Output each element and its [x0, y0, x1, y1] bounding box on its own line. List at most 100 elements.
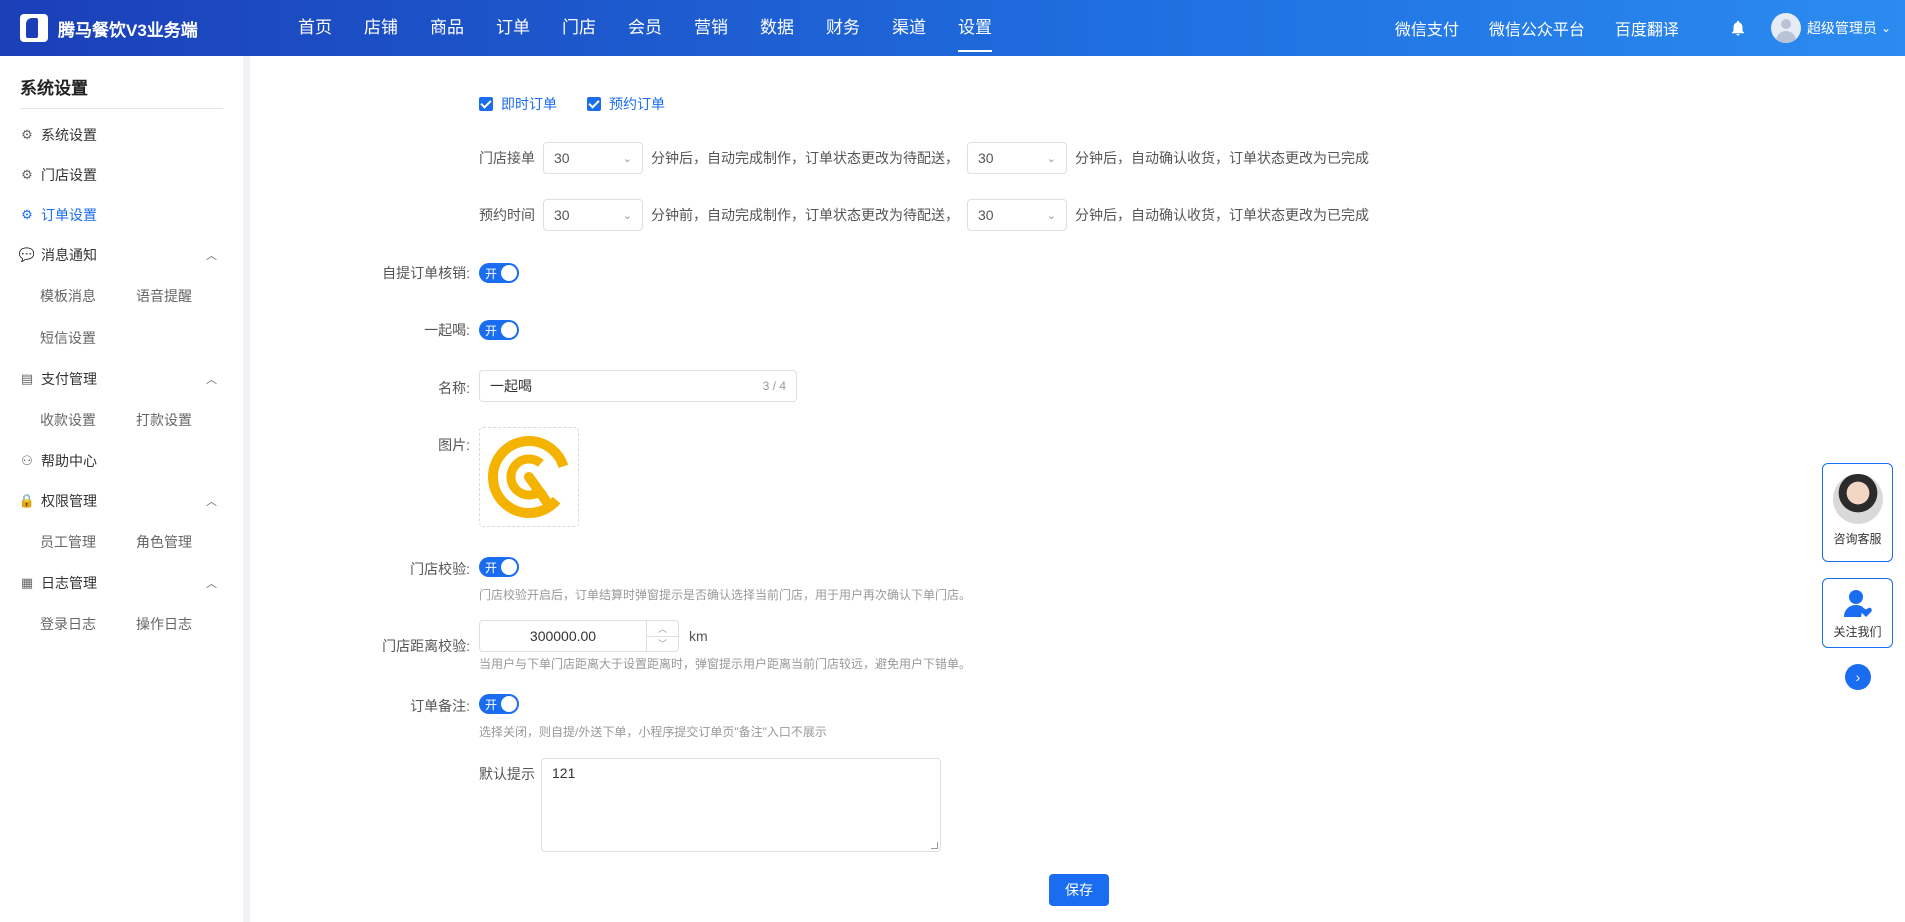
store-check-switch[interactable]: 开	[479, 557, 519, 577]
self-pickup-switch[interactable]: 开	[479, 263, 519, 283]
follow-user-icon	[1843, 590, 1872, 617]
self-pickup-label: 自提订单核销:	[382, 265, 470, 281]
nav-item-orders[interactable]: 订单	[480, 0, 546, 56]
default-hint-textarea[interactable]: 121	[541, 758, 941, 852]
switch-text: 开	[485, 324, 498, 338]
sidebar-item-label: 帮助中心	[41, 453, 97, 469]
save-button[interactable]: 保存	[1049, 874, 1109, 906]
avatar	[1770, 13, 1801, 43]
sidebar-subitem-roles[interactable]: 角色管理	[136, 521, 232, 563]
chevron-up-icon: ︿	[206, 578, 217, 590]
drink-together-label: 一起喝:	[424, 322, 470, 338]
sidebar-subitem-template-msg[interactable]: 模板消息	[40, 275, 136, 317]
store-accept-label: 门店接单	[479, 150, 535, 166]
nav-item-settings[interactable]: 设置	[942, 0, 1008, 56]
reserve-time-receive-select[interactable]: 30 ⌄	[967, 199, 1067, 231]
sidebar-subitem-receipt-settings[interactable]: 收款设置	[40, 399, 136, 441]
checkbox-label: 即时订单	[501, 96, 557, 112]
nav-item-marketing[interactable]: 营销	[678, 0, 744, 56]
nav-item-members[interactable]: 会员	[612, 0, 678, 56]
sidebar-submenu-logs: 登录日志 操作日志	[0, 603, 243, 645]
main-nav: 首页 店铺 商品 订单 门店 会员 营销 数据 财务 渠道 设置	[282, 0, 1008, 56]
sidebar-item-label: 支付管理	[41, 371, 97, 387]
distance-value: 300000.00	[529, 628, 597, 644]
store-accept-minutes-select[interactable]: 30 ⌄	[543, 142, 643, 174]
decrease-icon[interactable]: ﹀	[647, 637, 678, 652]
image-upload[interactable]	[479, 427, 579, 527]
sidebar-item-order-settings[interactable]: ⚙ 订单设置	[0, 195, 243, 235]
wallet-icon: ▤	[20, 371, 34, 386]
nav-item-data[interactable]: 数据	[744, 0, 810, 56]
reserve-time-row: 预约时间 30 ⌄ 分钟前，自动完成制作，订单状态更改为待配送， 30 ⌄ 分钟…	[479, 199, 1369, 231]
drink-logo-icon	[488, 436, 570, 518]
chevron-down-icon: ⌄	[622, 209, 632, 222]
store-check-row: 开	[479, 557, 519, 577]
reserve-time-label: 预约时间	[479, 207, 535, 223]
chevron-down-icon: ⌄	[1880, 21, 1891, 35]
store-accept-suffix-text: 分钟后，自动确认收货，订单状态更改为已完成	[1075, 150, 1369, 166]
number-stepper: ︿ ﹀	[646, 621, 678, 651]
sidebar: 系统设置 ⚙ 系统设置 ⚙ 门店设置 ⚙ 订单设置 💬 消息通知 ︿ 模板消息 …	[0, 56, 243, 922]
reserve-order-checkbox[interactable]: 预约订单	[587, 94, 665, 114]
gear-icon: ⚙	[21, 167, 33, 182]
nav-item-goods[interactable]: 商品	[414, 0, 480, 56]
switch-knob	[501, 696, 517, 712]
chevron-down-icon: ⌄	[1046, 152, 1056, 165]
log-icon: ▦	[20, 575, 34, 590]
name-input[interactable]: 一起喝 3 / 4	[479, 370, 797, 402]
sidebar-subitem-staff[interactable]: 员工管理	[40, 521, 136, 563]
switch-knob	[501, 559, 517, 575]
customer-service-label: 咨询客服	[1833, 532, 1882, 546]
nav-item-stores[interactable]: 门店	[546, 0, 612, 56]
sidebar-subitem-sms-settings[interactable]: 短信设置	[40, 317, 136, 359]
reserve-time-minutes-select[interactable]: 30 ⌄	[543, 199, 643, 231]
sidebar-item-system-settings[interactable]: ⚙ 系统设置	[0, 115, 243, 155]
nav-item-home[interactable]: 首页	[282, 0, 348, 56]
sidebar-subitem-login-log[interactable]: 登录日志	[40, 603, 136, 645]
select-value: 30	[554, 150, 570, 166]
nav-item-finance[interactable]: 财务	[810, 0, 876, 56]
sidebar-subitem-operation-log[interactable]: 操作日志	[136, 603, 232, 645]
nav-item-channels[interactable]: 渠道	[876, 0, 942, 56]
sidebar-item-help-center[interactable]: ⚇ 帮助中心	[0, 441, 243, 481]
sidebar-item-store-settings[interactable]: ⚙ 门店设置	[0, 155, 243, 195]
default-hint-row: 默认提示 121	[479, 758, 941, 852]
store-accept-mid-text: 分钟后，自动完成制作，订单状态更改为待配送，	[651, 150, 959, 166]
follow-us-widget[interactable]: 关注我们	[1822, 578, 1893, 648]
wechat-pay-link[interactable]: 微信支付	[1395, 16, 1459, 40]
name-row: 一起喝 3 / 4	[479, 370, 797, 402]
select-value: 30	[978, 150, 994, 166]
store-accept-row: 门店接单 30 ⌄ 分钟后，自动完成制作，订单状态更改为待配送， 30 ⌄ 分钟…	[479, 142, 1369, 174]
bell-icon[interactable]	[1729, 19, 1747, 37]
distance-number-input[interactable]: 300000.00 ︿ ﹀	[479, 620, 679, 652]
drink-together-switch[interactable]: 开	[479, 320, 519, 340]
name-label: 名称:	[438, 380, 470, 396]
reserve-time-mid-text: 分钟前，自动完成制作，订单状态更改为待配送，	[651, 207, 959, 223]
sidebar-item-notifications[interactable]: 💬 消息通知 ︿	[0, 235, 243, 275]
increase-icon[interactable]: ︿	[647, 621, 678, 637]
wechat-mp-link[interactable]: 微信公众平台	[1489, 16, 1585, 40]
sidebar-subitem-voice-alert[interactable]: 语音提醒	[136, 275, 232, 317]
lock-icon: 🔒	[18, 493, 36, 508]
order-remark-switch[interactable]: 开	[479, 694, 519, 714]
sidebar-submenu-payment: 收款设置 打款设置	[0, 399, 243, 441]
chevron-right-icon[interactable]: ›	[1845, 664, 1871, 690]
user-menu[interactable]: 超级管理员 ⌄	[1770, 13, 1891, 43]
chevron-up-icon: ︿	[206, 250, 217, 262]
customer-service-widget[interactable]: 咨询客服	[1822, 463, 1893, 562]
instant-order-checkbox[interactable]: 即时订单	[479, 94, 557, 114]
self-pickup-row: 开	[479, 263, 519, 283]
nav-item-shop[interactable]: 店铺	[348, 0, 414, 56]
sidebar-item-label: 系统设置	[41, 127, 97, 143]
sidebar-subitem-payout-settings[interactable]: 打款设置	[136, 399, 232, 441]
sidebar-item-permissions[interactable]: 🔒 权限管理 ︿	[0, 481, 243, 521]
reserve-time-suffix-text: 分钟后，自动确认收货，订单状态更改为已完成	[1075, 207, 1369, 223]
sidebar-item-logs[interactable]: ▦ 日志管理 ︿	[0, 563, 243, 603]
switch-knob	[501, 322, 517, 338]
logo[interactable]: 腾马餐饮V3业务端	[0, 14, 282, 42]
baidu-translate-link[interactable]: 百度翻译	[1615, 16, 1679, 40]
sidebar-item-payment[interactable]: ▤ 支付管理 ︿	[0, 359, 243, 399]
store-check-hint: 门店校验开启后，订单结算时弹窗提示是否确认选择当前门店，用于用户再次确认下单门店…	[479, 588, 972, 602]
char-counter: 3 / 4	[762, 379, 786, 393]
store-accept-receive-select[interactable]: 30 ⌄	[967, 142, 1067, 174]
